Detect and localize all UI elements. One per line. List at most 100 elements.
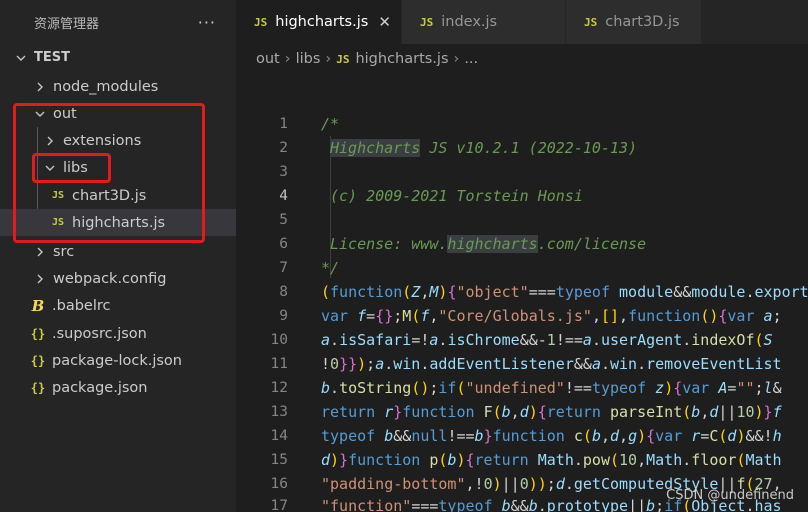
code-line: 12 b.toString();if("undefined"!==typeof … (236, 376, 808, 400)
tab-label: chart3D.js (605, 14, 680, 30)
tree-item-label: webpack.config (53, 270, 167, 287)
breadcrumb: out › libs › JS highcharts.js › ... (236, 44, 808, 74)
code-line: 2 Highcharts JS v10.2.1 (2022-10-13) (236, 136, 808, 160)
more-actions-icon[interactable]: ··· (198, 13, 216, 32)
line-number: 12 (270, 380, 288, 396)
javascript-file-icon: JS (420, 15, 434, 29)
javascript-file-icon: JS (336, 52, 350, 66)
chevron-right-icon (33, 273, 47, 285)
explorer-sidebar: 资源管理器 ··· TEST node_modules out extensio… (0, 0, 286, 512)
json-file-icon: {} (30, 353, 46, 368)
line-number: 3 (279, 164, 288, 180)
highlighted-word: Highcharts (330, 139, 421, 157)
breadcrumb-item-libs[interactable]: libs (296, 51, 321, 67)
line-number: 13 (270, 404, 288, 420)
tab-index-js[interactable]: JS index.js (402, 0, 566, 44)
line-text: */ (321, 259, 340, 277)
tree-item-label: .suposrc.json (52, 325, 147, 342)
line-number: 1 (279, 116, 288, 132)
breadcrumb-separator-icon: › (284, 51, 291, 67)
line-number: 10 (270, 332, 288, 348)
code-line: 9 var f={};M(f,"Core/Globals.js",[],func… (236, 304, 808, 328)
line-text: /* (321, 115, 340, 133)
tree-root-label: TEST (34, 50, 70, 65)
line-number: 17 (270, 498, 288, 512)
code-line: 14 typeof b&&null!==b}function c(b,d,g){… (236, 424, 808, 448)
code-line-current: 4 (c) 2009-2021 Torstein Honsi (236, 184, 808, 208)
code-line: 5 (236, 208, 808, 232)
tab-label: highcharts.js (275, 14, 369, 30)
line-number: 2 (279, 140, 288, 156)
line-number: 15 (270, 452, 288, 468)
explorer-header: 资源管理器 ··· (0, 0, 236, 44)
line-text: (function(Z,M){"object"===typeof module&… (321, 283, 808, 301)
tree-item-package-json[interactable]: {} package.json (0, 374, 266, 401)
line-text: !0}});a.win.addEventListener&&a.win.remo… (321, 355, 782, 373)
tab-chart3d-js[interactable]: JS chart3D.js (566, 0, 702, 44)
comment-text: .com/license (537, 235, 647, 253)
comment-text: License: www. (330, 235, 448, 253)
line-text: typeof b&&null!==b}function c(b,d,g){var… (321, 427, 782, 445)
line-text: License: www.highcharts.com/license (330, 235, 646, 253)
line-number: 11 (270, 356, 288, 372)
chevron-right-icon (33, 81, 47, 93)
line-number: 6 (279, 236, 288, 252)
code-line: 7 */ (236, 256, 808, 280)
line-number: 5 (279, 212, 288, 228)
line-text: (c) 2009-2021 Torstein Honsi (330, 187, 583, 205)
highlighted-word: highcharts (447, 235, 538, 253)
close-icon[interactable]: ✕ (378, 13, 391, 31)
line-number: 14 (270, 428, 288, 444)
code-line: 6 License: www.highcharts.com/license (236, 232, 808, 256)
watermark: CSDN @undefinend (666, 488, 794, 503)
code-editor[interactable]: 1 /* 2 Highcharts JS v10.2.1 (2022-10-13… (236, 74, 808, 512)
annotation-box-libs (32, 153, 111, 183)
tree-item-package-lock-json[interactable]: {} package-lock.json (0, 347, 266, 374)
tree-item-label: package.json (52, 379, 148, 396)
code-line: 8 (function(Z,M){"object"===typeof modul… (236, 280, 808, 304)
line-text: d)}function p(b){return Math.pow(10,Math… (321, 451, 782, 469)
line-number: 8 (279, 284, 288, 300)
code-line: 10 a.isSafari=!a.isChrome&&-1!==a.userAg… (236, 328, 808, 352)
breadcrumb-separator-icon: › (453, 51, 460, 67)
tab-label: index.js (441, 14, 498, 30)
babel-file-icon: B (31, 296, 45, 315)
javascript-file-icon: JS (584, 15, 598, 29)
line-text: return r}function F(b,d){return parseInt… (321, 403, 782, 421)
code-line: 3 (236, 160, 808, 184)
line-number: 9 (279, 308, 288, 324)
tree-item-label: src (53, 243, 75, 260)
breadcrumb-item-symbols[interactable]: ... (464, 51, 478, 67)
chevron-down-icon (14, 52, 28, 64)
tree-item-webpack-config[interactable]: webpack.config (0, 265, 269, 292)
line-text: b.toString();if("undefined"!==typeof z){… (321, 379, 782, 397)
code-line: 1 /* (236, 112, 808, 136)
json-file-icon: {} (30, 380, 46, 395)
breadcrumb-separator-icon: › (325, 51, 332, 67)
tree-item-label: .babelrc (52, 297, 111, 314)
comment-text: JS v10.2.1 (2022-10-13) (420, 139, 638, 157)
line-text: a.isSafari=!a.isChrome&&-1!==a.userAgent… (321, 331, 773, 349)
tree-item-label: package-lock.json (52, 352, 182, 369)
line-text: Highcharts JS v10.2.1 (2022-10-13) (330, 139, 637, 157)
breadcrumb-item-out[interactable]: out (256, 51, 280, 67)
tab-highcharts-js[interactable]: JS highcharts.js ✕ (236, 0, 402, 44)
explorer-title: 资源管理器 (34, 16, 100, 32)
code-line: 11 !0}});a.win.addEventListener&&a.win.r… (236, 352, 808, 376)
tree-item-node-modules[interactable]: node_modules (0, 73, 269, 100)
tree-item-label: node_modules (53, 78, 159, 95)
line-number: 4 (279, 188, 288, 204)
editor-tabs: JS highcharts.js ✕ JS index.js JS chart3… (236, 0, 808, 44)
breadcrumb-item-file[interactable]: highcharts.js (355, 51, 448, 67)
line-number: 16 (270, 476, 288, 492)
line-number: 7 (279, 260, 288, 276)
line-text: var f={};M(f,"Core/Globals.js",[],functi… (321, 307, 782, 325)
tree-item-babelrc[interactable]: B .babelrc (0, 292, 266, 319)
code-line: 13 return r}function F(b,d){return parse… (236, 400, 808, 424)
tree-root-test[interactable]: TEST (0, 44, 250, 71)
code-line: 15 d)}function p(b){return Math.pow(10,M… (236, 448, 808, 472)
json-file-icon: {} (30, 326, 46, 341)
javascript-file-icon: JS (254, 15, 268, 29)
chevron-right-icon (33, 246, 47, 258)
tree-item-suposrc-json[interactable]: {} .suposrc.json (0, 320, 266, 347)
